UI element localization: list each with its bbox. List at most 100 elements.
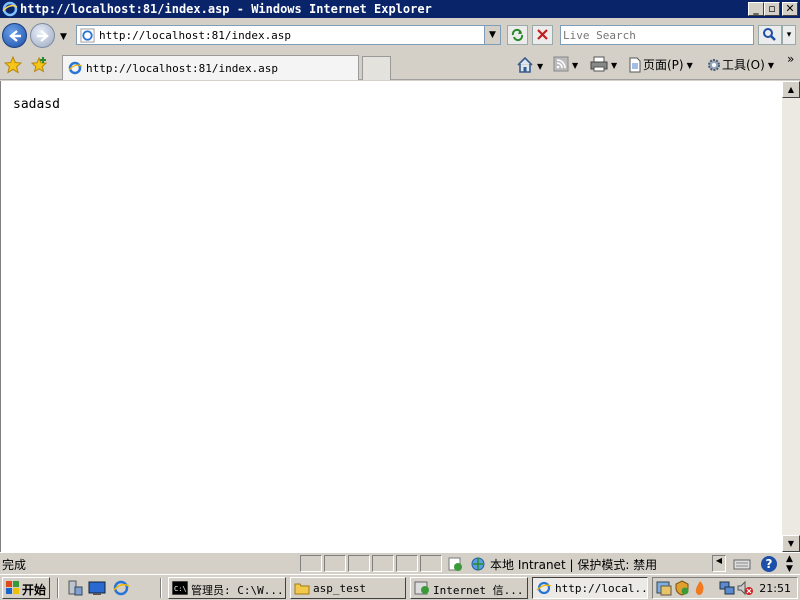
zone-scroll[interactable]: ◀ <box>712 555 726 572</box>
status-text: 完成 <box>2 558 27 572</box>
tools-menu-button[interactable]: 工具(O) ▼ <box>706 56 774 76</box>
search-options-dropdown[interactable]: ▾ <box>782 25 796 45</box>
search-field[interactable] <box>560 25 754 45</box>
chevron-down-icon[interactable]: ▼ <box>572 61 578 70</box>
scroll-up-button[interactable]: ▲ <box>782 81 800 98</box>
status-pane <box>300 555 322 572</box>
window-title: http://localhost:81/index.asp - Windows … <box>20 2 432 16</box>
chevron-down-icon[interactable]: ▼ <box>611 61 617 70</box>
server-manager-icon[interactable] <box>66 579 84 597</box>
more-commands-chevron[interactable]: » <box>787 52 794 72</box>
ie-page-icon <box>80 28 95 43</box>
recent-pages-dropdown[interactable]: ▼ <box>60 32 67 42</box>
quicklaunch-divider <box>57 578 59 598</box>
favorites-star-icon[interactable] <box>4 56 22 74</box>
status-pane <box>396 555 418 572</box>
gear-icon <box>708 58 720 71</box>
svg-text:C:\: C:\ <box>174 585 187 593</box>
ie-logo-icon <box>2 1 18 17</box>
page-menu-label: 页面(P) <box>643 58 684 72</box>
security-shield-icon[interactable] <box>674 580 690 596</box>
tab-current-page[interactable]: http://localhost:81/index.asp <box>62 55 359 80</box>
forward-button[interactable] <box>30 23 55 48</box>
address-bar[interactable]: http://localhost:81/index.asp ▼ <box>76 25 501 45</box>
taskbar-button-iis[interactable]: Internet 信... <box>410 577 528 599</box>
tab-toolbar: http://localhost:81/index.asp ▼ ▼ ▼ 页面(P… <box>0 52 800 80</box>
ie-icon <box>536 581 552 595</box>
chevron-down-icon[interactable]: ▼ <box>768 61 774 70</box>
window-title-bar[interactable]: http://localhost:81/index.asp - Windows … <box>0 0 800 18</box>
zoom-dropdown[interactable]: ▲ ▼ <box>786 554 793 574</box>
tab-label: http://localhost:81/index.asp <box>86 62 279 75</box>
task-label: 管理员: C:\W... <box>191 584 284 597</box>
taskbar-button-cmd[interactable]: C:\ 管理员: C:\W... <box>168 577 286 599</box>
address-url[interactable]: http://localhost:81/index.asp <box>99 29 291 42</box>
help-icon[interactable]: ? <box>760 555 778 573</box>
search-input[interactable] <box>563 28 751 43</box>
windows-taskbar: 开始 C:\ 管理员: C:\W... asp_test Internet 信.… <box>0 574 800 600</box>
address-dropdown[interactable]: ▼ <box>484 26 500 44</box>
add-favorite-icon[interactable] <box>30 56 48 74</box>
taskbar-button-folder[interactable]: asp_test <box>290 577 406 599</box>
taskbar-button-ie[interactable]: http://local... <box>532 577 648 599</box>
intranet-zone-icon <box>471 557 485 571</box>
arrow-right-icon <box>37 30 49 42</box>
folder-icon <box>294 583 310 595</box>
home-icon <box>517 56 533 73</box>
chevron-down-icon[interactable]: ▼ <box>687 61 693 70</box>
start-button[interactable]: 开始 <box>2 577 50 599</box>
close-button[interactable]: ✕ <box>782 2 798 16</box>
new-tab-button[interactable] <box>362 56 391 80</box>
page-menu-button[interactable]: 页面(P) ▼ <box>627 56 693 76</box>
stop-icon <box>537 29 548 40</box>
page-body-text: sadasd <box>13 97 60 112</box>
start-label: 开始 <box>22 583 47 597</box>
print-button[interactable]: ▼ <box>590 56 617 76</box>
web-page-content[interactable]: sadasd <box>0 81 782 552</box>
tools-menu-label: 工具(O) <box>722 58 765 72</box>
rss-feed-icon <box>553 56 569 72</box>
ie-quicklaunch-icon[interactable] <box>112 579 130 597</box>
refresh-button[interactable] <box>507 25 528 45</box>
iis-icon <box>414 581 429 595</box>
arrow-left-icon <box>9 30 21 42</box>
security-zone-text[interactable]: 本地 Intranet | 保护模式: 禁用 <box>490 556 657 573</box>
minimize-button[interactable]: _ <box>748 2 764 16</box>
home-button[interactable]: ▼ <box>516 56 543 76</box>
clock[interactable]: 21:51 <box>759 582 791 595</box>
feeds-button[interactable]: ▼ <box>553 56 578 76</box>
status-bar: 完成 本地 Intranet | 保护模式: 禁用 ◀ ? ▲ ▼ <box>0 552 800 574</box>
scroll-down-button[interactable]: ▼ <box>782 535 800 552</box>
status-pane <box>420 555 442 572</box>
status-pane <box>372 555 394 572</box>
printer-icon <box>590 56 608 72</box>
windows-logo-icon <box>6 581 19 594</box>
chevron-down-icon[interactable]: ▼ <box>537 62 543 71</box>
refresh-icon <box>511 28 524 42</box>
tray-app-icon[interactable] <box>656 580 672 596</box>
flame-icon[interactable] <box>692 580 708 596</box>
magnifier-icon <box>763 28 776 41</box>
restore-button[interactable]: ▫ <box>764 2 780 16</box>
address-toolbar: ▼ http://localhost:81/index.asp ▼ ▾ <box>0 18 800 52</box>
status-pane <box>324 555 346 572</box>
show-desktop-icon[interactable] <box>88 579 106 597</box>
vertical-scrollbar[interactable]: ▲ ▼ <box>782 81 800 552</box>
system-tray: 21:51 <box>652 577 798 599</box>
task-label: Internet 信... <box>433 584 524 597</box>
taskbar-divider <box>160 578 162 598</box>
network-icon[interactable] <box>719 580 735 596</box>
back-button[interactable] <box>2 23 27 48</box>
stop-button[interactable] <box>532 25 553 45</box>
task-label: asp_test <box>313 582 366 595</box>
keyboard-icon[interactable] <box>733 556 751 572</box>
popup-blocker-icon[interactable] <box>447 556 463 572</box>
cmd-icon: C:\ <box>172 581 188 595</box>
search-button[interactable] <box>758 25 782 45</box>
status-pane <box>348 555 370 572</box>
volume-muted-icon[interactable] <box>737 580 753 596</box>
svg-text:?: ? <box>766 557 773 571</box>
ie-page-icon <box>68 61 83 75</box>
page-icon <box>629 57 641 72</box>
task-label: http://local... <box>555 582 648 595</box>
